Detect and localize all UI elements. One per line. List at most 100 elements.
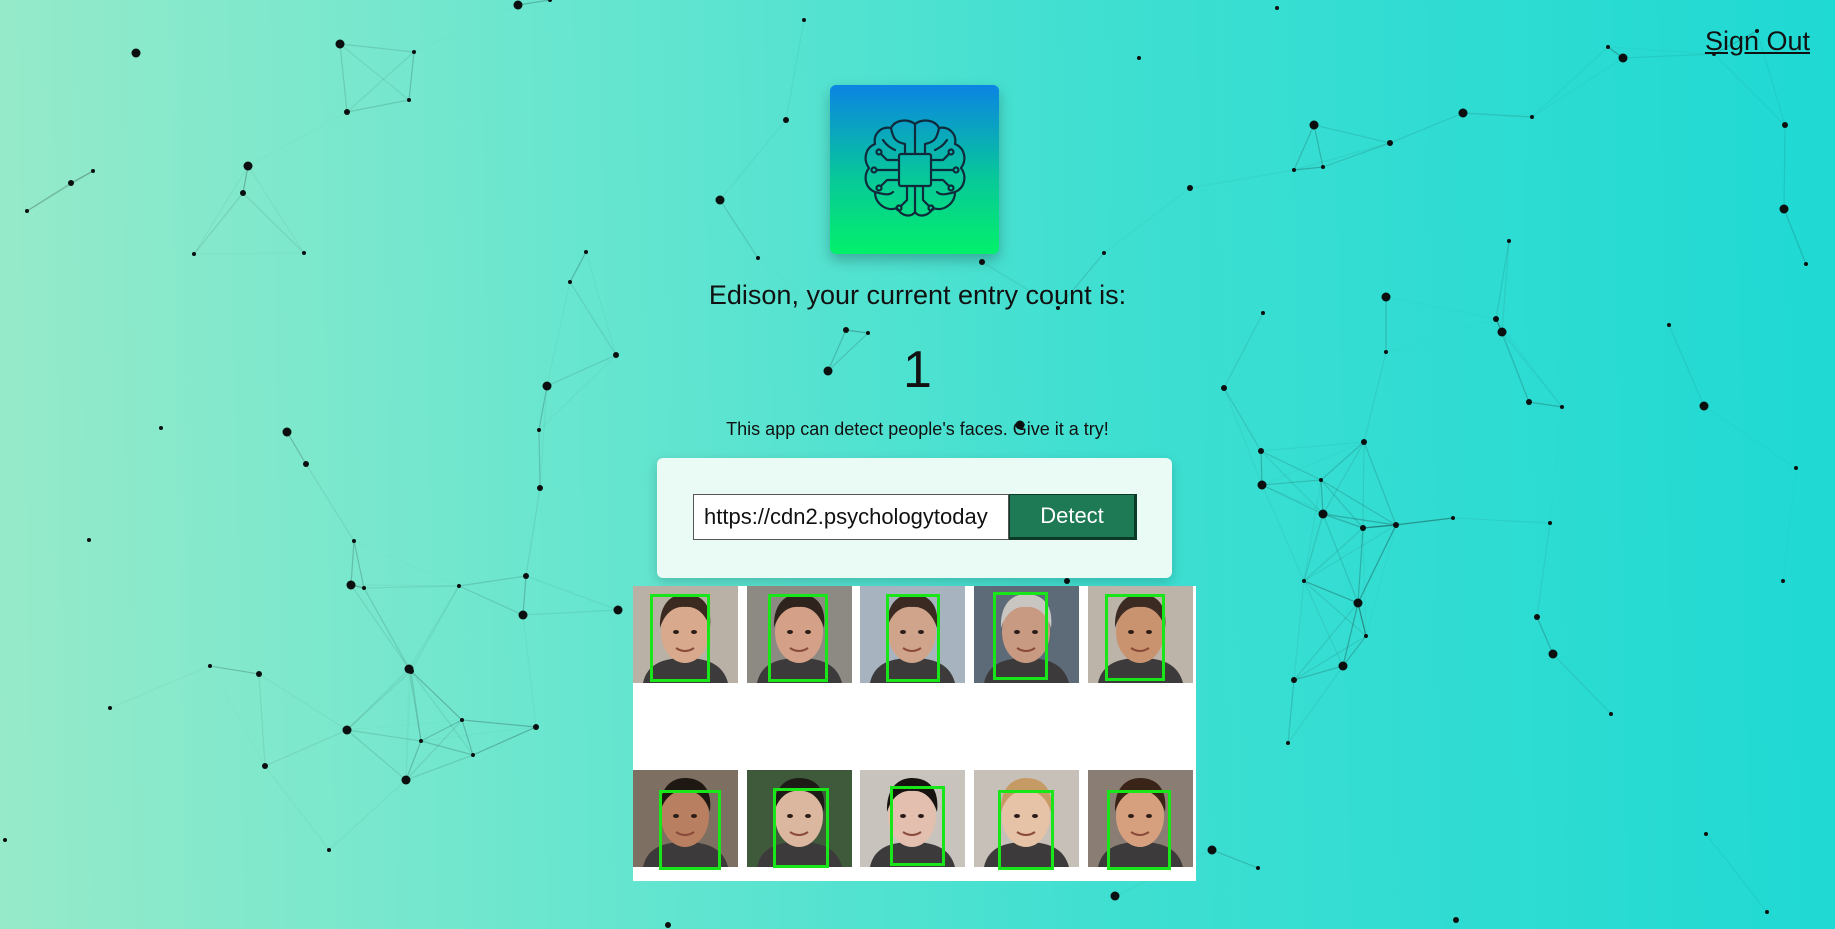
network-line <box>1260 450 1322 481</box>
network-node <box>1256 866 1260 870</box>
network-node <box>1779 204 1789 214</box>
network-node <box>419 739 423 743</box>
network-line <box>339 43 415 53</box>
network-node <box>1302 579 1306 583</box>
network-node <box>1261 311 1265 315</box>
network-line <box>461 719 474 756</box>
network-line <box>339 43 348 113</box>
network-node <box>518 610 528 620</box>
network-line <box>408 51 415 101</box>
face-bounding-box <box>886 594 940 682</box>
network-node <box>192 252 196 256</box>
network-line <box>522 575 527 616</box>
network-line <box>1293 635 1367 681</box>
face-bounding-box <box>768 594 828 682</box>
network-node <box>1286 741 1290 745</box>
network-line <box>408 668 422 742</box>
network-node <box>523 573 529 579</box>
network-line <box>1452 517 1551 524</box>
network-node <box>68 180 74 186</box>
network-line <box>845 329 869 334</box>
face-bounding-box <box>1107 790 1171 870</box>
network-node <box>1102 251 1106 255</box>
network-line <box>1260 450 1263 486</box>
network-node <box>1356 601 1360 605</box>
network-node <box>548 0 552 2</box>
network-node <box>843 327 849 333</box>
network-node <box>1534 614 1540 620</box>
brain-chip-icon <box>864 118 965 217</box>
network-node <box>866 331 870 335</box>
network-node <box>87 538 91 542</box>
network-node <box>1606 45 1610 49</box>
network-line <box>248 112 347 166</box>
network-line <box>1303 527 1364 582</box>
network-node <box>401 775 411 785</box>
network-node <box>715 195 725 205</box>
network-node <box>1507 239 1511 243</box>
network-line <box>414 5 518 52</box>
face-bounding-box <box>993 592 1048 680</box>
network-node <box>584 250 588 254</box>
network-node <box>1187 185 1193 191</box>
network-line <box>719 199 759 259</box>
network-node <box>208 664 212 668</box>
network-line <box>346 51 415 113</box>
sign-out-link[interactable]: Sign Out <box>1705 26 1810 57</box>
network-line <box>1189 169 1295 189</box>
network-line <box>210 666 265 766</box>
face-bounding-box <box>659 790 721 870</box>
network-node <box>979 259 985 265</box>
network-line <box>193 165 249 255</box>
network-line <box>1320 441 1365 481</box>
network-node <box>262 763 268 769</box>
network-line <box>719 119 787 201</box>
network-line <box>523 615 536 727</box>
network-line <box>264 765 330 851</box>
image-url-input[interactable] <box>693 494 1009 540</box>
network-line <box>1104 188 1190 253</box>
network-node <box>243 161 253 171</box>
network-line <box>110 666 210 708</box>
network-line <box>1705 833 1768 913</box>
network-line <box>1608 47 1714 54</box>
network-line <box>1531 46 1609 118</box>
network-line <box>408 585 460 670</box>
network-line <box>258 673 266 767</box>
network-line <box>1211 849 1259 869</box>
face-bounding-box <box>998 790 1054 870</box>
network-line <box>525 575 619 611</box>
network-node <box>1609 712 1613 716</box>
network-line <box>458 575 527 587</box>
network-line <box>363 587 410 670</box>
network-line <box>785 19 805 121</box>
network-node <box>1451 516 1455 520</box>
network-line <box>209 665 260 675</box>
network-node <box>1667 323 1671 327</box>
network-line <box>405 740 422 781</box>
face-detection-result-image <box>633 586 1196 881</box>
entry-count-greeting: Edison, your current entry count is: <box>708 280 1127 310</box>
network-line <box>1532 58 1623 117</box>
network-line <box>1462 112 1533 118</box>
detect-button[interactable]: Detect <box>1009 494 1137 540</box>
network-line <box>339 43 410 101</box>
network-line <box>1622 53 1715 59</box>
network-node <box>407 98 411 102</box>
network-line <box>461 719 537 728</box>
network-node <box>1493 316 1499 322</box>
network-node <box>131 48 141 58</box>
network-line <box>1362 441 1365 529</box>
network-line <box>1783 124 1786 210</box>
network-line <box>328 779 407 851</box>
network-line <box>1362 517 1454 529</box>
network-node <box>1782 122 1788 128</box>
network-node <box>335 39 345 49</box>
network-node <box>404 664 414 674</box>
network-line <box>1357 527 1364 604</box>
network-node <box>802 18 806 22</box>
network-node <box>537 485 543 491</box>
network-node <box>1064 578 1070 584</box>
network-line <box>1313 124 1324 168</box>
network-node <box>457 584 461 588</box>
